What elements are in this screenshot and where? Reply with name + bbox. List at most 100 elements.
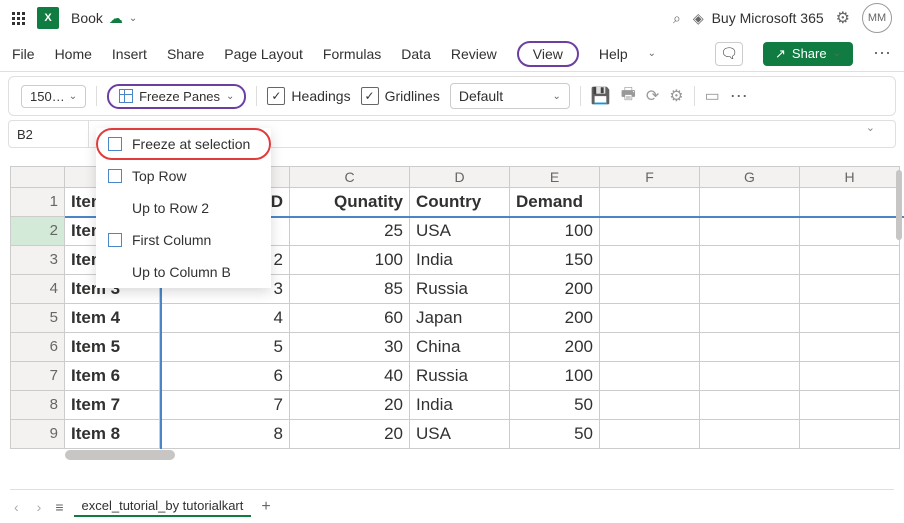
save-icon[interactable]: 💾 xyxy=(591,86,611,106)
formula-expand-icon[interactable]: ⌄ xyxy=(866,121,875,134)
cell[interactable]: 100 xyxy=(510,217,600,246)
cell[interactable] xyxy=(600,333,700,362)
cell[interactable] xyxy=(800,362,900,391)
cell[interactable]: 20 xyxy=(290,420,410,449)
settings-icon[interactable]: ⚙ xyxy=(836,8,850,28)
cell[interactable]: USA xyxy=(410,420,510,449)
cell[interactable] xyxy=(700,333,800,362)
cell[interactable]: 200 xyxy=(510,304,600,333)
freeze-first-col-item[interactable]: First Column xyxy=(96,224,271,256)
cell[interactable]: USA xyxy=(410,217,510,246)
reading-view-icon[interactable]: ▭ xyxy=(705,86,720,106)
col-header-d[interactable]: D xyxy=(410,166,510,188)
cell[interactable]: Item 7 xyxy=(65,391,160,420)
vertical-scrollbar[interactable] xyxy=(896,170,902,240)
cell[interactable]: Item 6 xyxy=(65,362,160,391)
cell[interactable]: 50 xyxy=(510,391,600,420)
menu-review[interactable]: Review xyxy=(451,42,497,66)
freeze-at-selection-item[interactable]: Freeze at selection xyxy=(96,128,271,160)
cell[interactable]: Demand xyxy=(510,188,600,217)
refresh-icon[interactable]: ⟳ xyxy=(646,86,659,106)
menu-formulas[interactable]: Formulas xyxy=(323,42,381,66)
cell[interactable]: 25 xyxy=(290,217,410,246)
cell[interactable]: China xyxy=(410,333,510,362)
add-sheet-icon[interactable]: + xyxy=(261,498,270,516)
cell[interactable] xyxy=(700,304,800,333)
cell[interactable] xyxy=(700,275,800,304)
user-avatar[interactable]: MM xyxy=(862,3,892,33)
gridlines-toggle[interactable]: ✓Gridlines xyxy=(361,87,440,105)
share-button[interactable]: ↗ Share ⌄ xyxy=(763,42,853,66)
row-header[interactable]: 9 xyxy=(10,420,65,449)
cell[interactable] xyxy=(800,391,900,420)
cell[interactable]: 200 xyxy=(510,333,600,362)
cell[interactable] xyxy=(600,188,700,217)
cell[interactable] xyxy=(700,362,800,391)
tab-list-icon[interactable]: ≡ xyxy=(55,499,63,515)
cell[interactable] xyxy=(600,217,700,246)
cell[interactable]: Country xyxy=(410,188,510,217)
cell[interactable] xyxy=(700,391,800,420)
cell[interactable]: 4 xyxy=(160,304,290,333)
menu-data[interactable]: Data xyxy=(401,42,431,66)
cell[interactable]: Item 5 xyxy=(65,333,160,362)
cell[interactable] xyxy=(800,420,900,449)
cell[interactable]: 100 xyxy=(510,362,600,391)
cell[interactable] xyxy=(600,420,700,449)
cell[interactable]: Item 8 xyxy=(65,420,160,449)
freeze-top-row-item[interactable]: Top Row xyxy=(96,160,271,192)
cell[interactable] xyxy=(600,391,700,420)
cell[interactable]: Russia xyxy=(410,362,510,391)
tab-next-icon[interactable]: › xyxy=(33,499,46,515)
cell[interactable]: 6 xyxy=(160,362,290,391)
cell[interactable] xyxy=(800,304,900,333)
search-icon[interactable]: ⌕ xyxy=(673,10,681,27)
row-header[interactable]: 5 xyxy=(10,304,65,333)
menu-home[interactable]: Home xyxy=(55,42,92,66)
cell[interactable] xyxy=(700,188,800,217)
row-header[interactable]: 6 xyxy=(10,333,65,362)
cell[interactable]: Item 4 xyxy=(65,304,160,333)
app-launcher-icon[interactable] xyxy=(12,12,25,25)
row-header[interactable]: 8 xyxy=(10,391,65,420)
select-all-corner[interactable] xyxy=(10,166,65,188)
cell[interactable]: India xyxy=(410,391,510,420)
cell[interactable] xyxy=(700,420,800,449)
cell[interactable]: Japan xyxy=(410,304,510,333)
cell[interactable]: 8 xyxy=(160,420,290,449)
cell[interactable] xyxy=(800,188,900,217)
cell[interactable]: 40 xyxy=(290,362,410,391)
cell[interactable]: Qunatity xyxy=(290,188,410,217)
menu-overflow-icon[interactable]: ⌄ xyxy=(648,48,656,59)
cell[interactable]: 60 xyxy=(290,304,410,333)
col-header-e[interactable]: E xyxy=(510,166,600,188)
toolbar-more-icon[interactable]: ⋯ xyxy=(730,86,749,107)
cell[interactable] xyxy=(700,217,800,246)
freeze-panes-button[interactable]: Freeze Panes ⌄ xyxy=(107,84,246,109)
document-title[interactable]: Book ☁ ⌄ xyxy=(71,10,137,27)
col-header-f[interactable]: F xyxy=(600,166,700,188)
cell[interactable] xyxy=(800,333,900,362)
cell[interactable]: 30 xyxy=(290,333,410,362)
col-header-c[interactable]: C xyxy=(290,166,410,188)
cell[interactable]: 150 xyxy=(510,246,600,275)
menu-help[interactable]: Help xyxy=(599,42,628,66)
sheet-tab[interactable]: excel_tutorial_by tutorialkart xyxy=(74,496,252,517)
cell[interactable] xyxy=(800,217,900,246)
cell[interactable]: 5 xyxy=(160,333,290,362)
style-dropdown[interactable]: Default⌄ xyxy=(450,83,570,109)
cell[interactable]: 85 xyxy=(290,275,410,304)
row-header[interactable]: 3 xyxy=(10,246,65,275)
print-icon[interactable]: 🖶 xyxy=(621,83,636,110)
menu-file[interactable]: File xyxy=(12,42,35,66)
more-icon[interactable]: ⋯ xyxy=(873,43,892,64)
row-header-1[interactable]: 1 xyxy=(10,188,65,217)
addins-icon[interactable]: ⚙ xyxy=(669,86,683,106)
cell[interactable]: Russia xyxy=(410,275,510,304)
row-header[interactable]: 4 xyxy=(10,275,65,304)
tab-prev-icon[interactable]: ‹ xyxy=(10,499,23,515)
menu-page-layout[interactable]: Page Layout xyxy=(224,42,303,66)
headings-toggle[interactable]: ✓Headings xyxy=(267,87,350,105)
menu-view[interactable]: View xyxy=(517,41,579,67)
cell[interactable]: 100 xyxy=(290,246,410,275)
